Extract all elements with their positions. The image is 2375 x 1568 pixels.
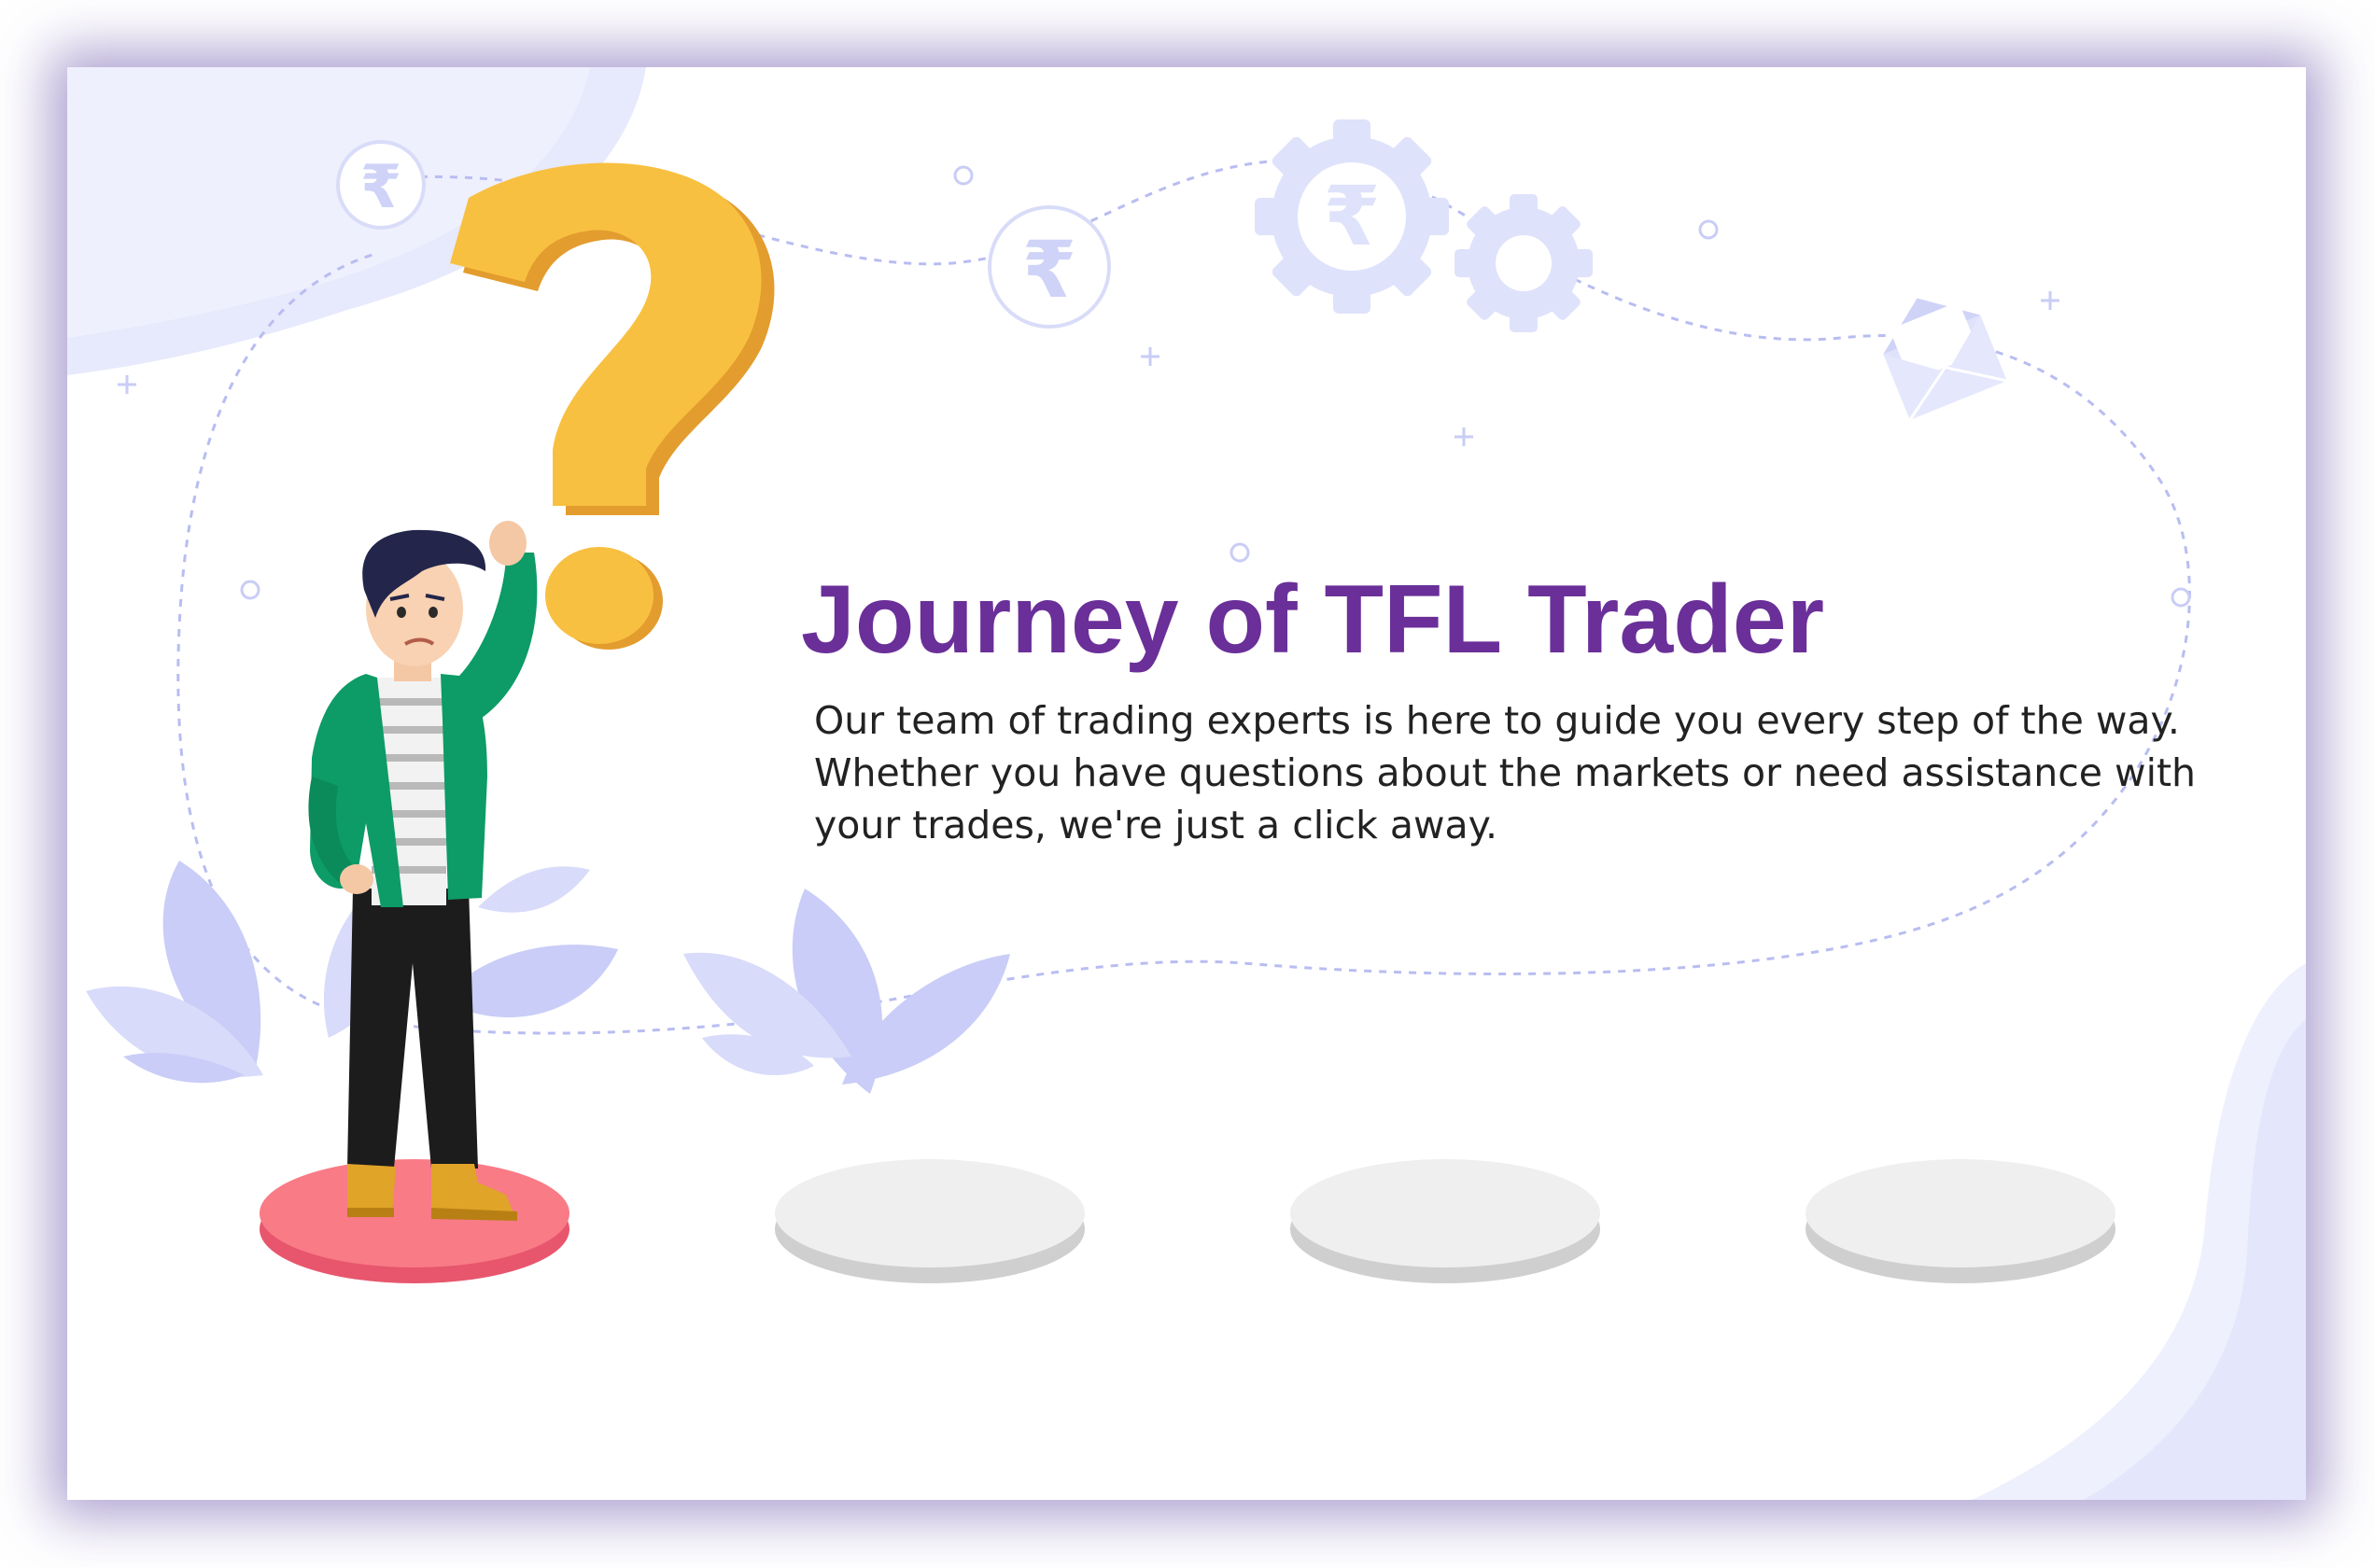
trader-character (308, 521, 538, 1221)
svg-text:₹: ₹ (1323, 168, 1380, 264)
svg-text:₹: ₹ (360, 153, 402, 222)
envelope-icon (1883, 298, 2007, 421)
rupee-coin-icon-2: ₹ (988, 205, 1111, 329)
svg-text:₹: ₹ (1022, 224, 1076, 315)
gear-icon-small (1455, 194, 1593, 332)
gear-icon-large: ₹ (1255, 119, 1449, 314)
stage-platform-4 (1806, 1159, 2115, 1283)
question-mark-icon (450, 162, 775, 650)
stage-platform-3 (1290, 1159, 1600, 1283)
hero-description: Our team of trading experts is here to g… (814, 698, 2197, 847)
hero-banner: ₹ ₹ ₹ Journey of TFL Trader Our team of … (67, 67, 2306, 1500)
stage-platform-2 (775, 1159, 1085, 1283)
page-title: Journey of TFL Trader (801, 566, 1825, 674)
leaf-icon-right (683, 889, 1010, 1094)
rupee-coin-icon-1: ₹ (336, 140, 426, 230)
journey-stages (260, 1159, 2115, 1283)
stage-platform-1 (260, 1159, 569, 1283)
